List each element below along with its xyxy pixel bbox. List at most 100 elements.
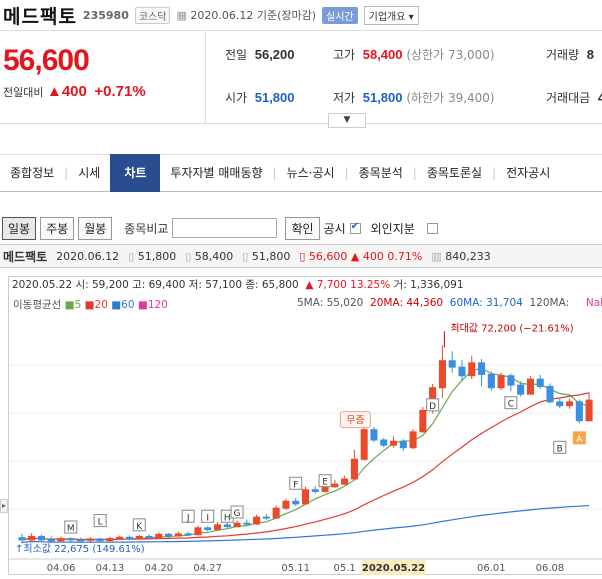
stock-header: 메드팩토 235980 코스닥 ▦ 2020.06.12 기준(장마감) 실시간… [0, 0, 602, 31]
event-marker-label: E [322, 478, 328, 488]
daily-button[interactable]: 일봉 [2, 216, 37, 240]
disclosure-checkbox[interactable] [349, 221, 361, 234]
event-marker-label: H [224, 513, 231, 523]
candle-body [517, 384, 525, 395]
chart-crosshair-info: 2020.05.22 시: 59,200 고: 69,400 저: 57,100… [12, 279, 464, 291]
candle-body [184, 533, 192, 536]
candle-body [497, 375, 505, 389]
tab-investors[interactable]: 투자자별 매매동향 [160, 154, 272, 192]
x-tick-label: 2020.05.22 [362, 563, 425, 574]
disclosure-label: 공시 [323, 221, 346, 236]
candle-body [165, 533, 173, 537]
prev-close: 전일 56,200 [225, 47, 295, 62]
tab-chart[interactable]: 차트 [110, 154, 161, 192]
max-annotation: 최대값 72,200 (−21.61%) [450, 322, 573, 334]
event-marker-label: I [206, 513, 209, 523]
candle-body [28, 535, 36, 541]
calendar-icon: ▦ [176, 9, 191, 22]
candle-body [409, 431, 417, 449]
low-price: 저가 51,800 (하한가 39,400) [333, 90, 495, 105]
candle-body [116, 536, 124, 540]
x-tick-label: 05.11 [281, 563, 310, 574]
scroll-left-icon[interactable]: ▸ [0, 499, 8, 513]
quote-date: ▦ 2020.06.12 기준(장마감) [176, 9, 317, 22]
candle-body [370, 429, 378, 441]
candle-body [556, 401, 564, 407]
company-info-dropdown[interactable]: 기업개요 ▾ [363, 5, 419, 25]
x-tick-label: 04.27 [193, 563, 222, 574]
candle-body [262, 516, 270, 519]
x-tick-label: 04.13 [96, 563, 125, 574]
event-marker-label: G [234, 509, 241, 519]
tab-quotes[interactable]: 시세 [68, 154, 110, 192]
candle-body [536, 378, 544, 387]
candle-body [223, 524, 231, 528]
candle-body [566, 401, 574, 407]
candle-body [47, 539, 55, 542]
weekly-button[interactable]: 주봉 [40, 216, 75, 240]
event-marker-label: C [508, 400, 514, 410]
candle-body [311, 489, 319, 492]
candle-body [155, 533, 163, 539]
candle-body [96, 538, 104, 542]
rights-issue-badge: 무증 [346, 415, 364, 427]
quote-grid: 전일 56,200 고가 58,400 (상한가 73,000) 거래량 8 시… [205, 31, 602, 123]
candle-body [380, 439, 388, 446]
ma20-line [21, 392, 590, 541]
chevron-down-icon[interactable]: ▼ [328, 113, 366, 128]
tab-analysis[interactable]: 종목분석 [349, 154, 413, 192]
tab-forum[interactable]: 종목토론실 [417, 154, 492, 192]
candle-body [135, 535, 143, 540]
x-tick-label: 06.08 [536, 563, 565, 574]
candle-body [448, 360, 456, 368]
candle-body [487, 373, 495, 389]
candle-body [37, 535, 45, 541]
candle-body [507, 375, 515, 386]
event-marker-label: D [429, 402, 436, 412]
candle-body [419, 409, 427, 433]
candle-body [194, 527, 202, 536]
candle-body [145, 535, 153, 539]
candle-body [243, 522, 251, 525]
candle-body [546, 385, 554, 403]
chart-svg: ML KJ I H GF ED CBA최대값 72,200 (−21.61%)↑최소값 22… [9, 322, 602, 575]
foreign-checkbox[interactable] [426, 222, 438, 234]
tab-overview[interactable]: 종합정보 [0, 154, 64, 192]
candle-body [389, 440, 398, 446]
ma-values: 5MA: 55,020 20MA: 44,360 60MA: 31,704 12… [297, 297, 602, 309]
realtime-button[interactable]: 실시간 [322, 6, 358, 24]
volume: 거래량 8 [546, 47, 594, 62]
candle-body [585, 399, 593, 422]
candle-body [77, 539, 85, 542]
change-amount: ▲400 [46, 83, 87, 100]
candle-body [438, 360, 446, 389]
stock-code: 235980 [82, 8, 129, 22]
candle-body [213, 524, 222, 531]
monthly-button[interactable]: 월봉 [78, 216, 113, 240]
tab-news[interactable]: 뉴스·공시 [277, 154, 345, 192]
ma5-line [21, 367, 590, 541]
candle-body [350, 458, 358, 480]
market-badge: 코스닥 [134, 6, 171, 24]
candle-body [233, 522, 241, 528]
event-marker-label: J [186, 513, 190, 523]
compare-label: 종목비교 [124, 221, 169, 236]
candlestick-chart[interactable]: M L K J I H G F E D C B A 최대값 72,200 (−21.61%) ↑최소값 22… [8, 276, 602, 575]
tab-disclosure[interactable]: 전자공시 [496, 154, 560, 192]
candle-body [204, 527, 212, 531]
candle-body [526, 378, 534, 395]
candle-body [478, 362, 486, 375]
event-marker-label: B [557, 444, 563, 454]
foreign-label: 외인지분 [370, 221, 415, 236]
open-price: 시가 51,800 [225, 90, 295, 105]
change-percent: +0.71% [94, 83, 146, 100]
compare-input[interactable] [172, 218, 278, 238]
candle-body [331, 483, 339, 488]
event-marker-label: F [293, 480, 298, 490]
main-tabs: 종합정보 | 시세 차트 투자자별 매매동향 | 뉴스·공시 | 종목분석 | 종목토론… [0, 154, 602, 192]
x-tick-label: 04.20 [144, 563, 173, 574]
candle-body [272, 507, 280, 519]
candle-body [292, 500, 300, 505]
confirm-button[interactable]: 확인 [285, 216, 320, 240]
trade-amount: 거래대금 4 [546, 90, 602, 105]
